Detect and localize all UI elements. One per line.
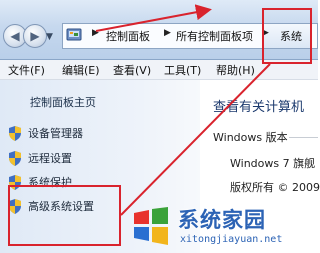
annotation-box-breadcrumb [262,8,312,64]
watermark-url: xitongjiayuan.net [180,234,283,245]
annotation-box-advanced-settings [8,185,121,246]
watermark-title: 系统家园 [178,208,266,232]
watermark-logo-icon [134,207,168,245]
annotation-arrow-to-breadcrumb [95,4,212,32]
annotation-line-to-sidebar [120,63,271,216]
